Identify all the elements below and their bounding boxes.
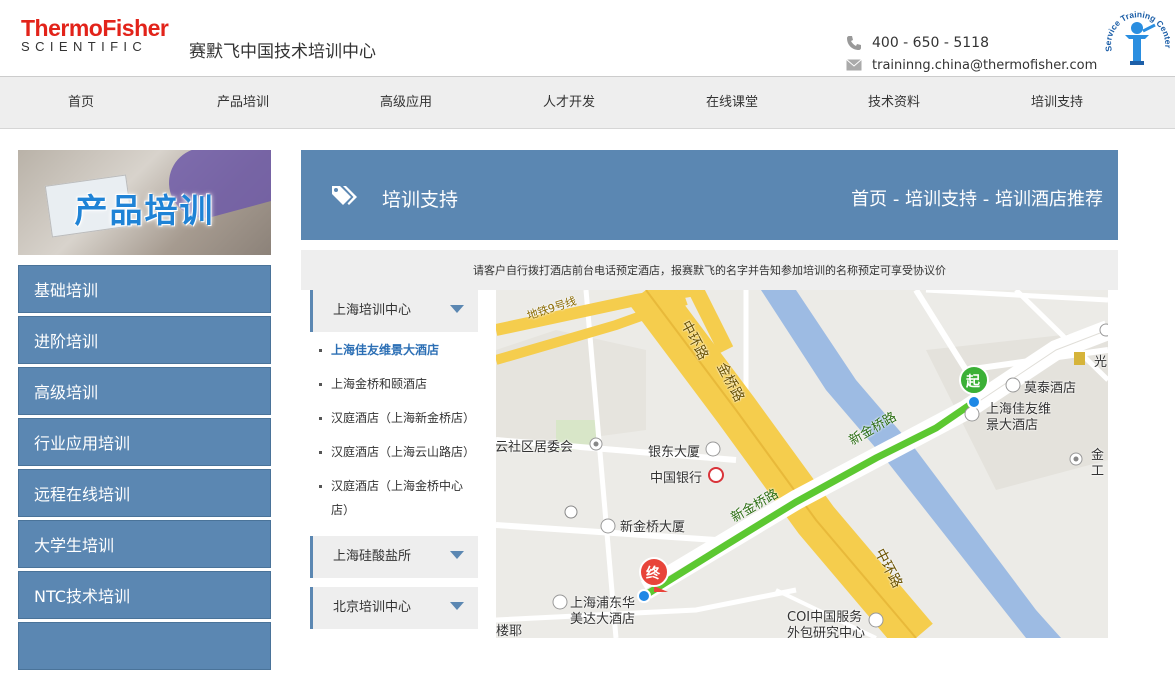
section-title: 培训支持 xyxy=(382,189,459,211)
map-label-lou: 楼耶 xyxy=(496,624,523,638)
map-label-xinjinqiao-building: 新金桥大厦 xyxy=(620,520,686,535)
main-nav: 首页 产品培训 高级应用 人才开发 在线课堂 技术资料 培训支持 xyxy=(0,76,1175,129)
location-name: 上海培训中心 xyxy=(333,303,412,318)
hotel-item-hanting-jinqiao-center[interactable]: 汉庭酒店（上海金桥中心店） xyxy=(301,474,481,522)
location-shanghai-silicate[interactable]: 上海硅酸盐所 xyxy=(310,536,478,578)
map-label-coi-2: 外包研究中心 xyxy=(787,626,866,638)
thermofisher-logo[interactable]: ThermoFisher SCIENTIFIC xyxy=(21,15,169,54)
nav-item-training-support[interactable]: 培训支持 xyxy=(1031,77,1083,129)
nav-item-online-class[interactable]: 在线课堂 xyxy=(706,77,758,129)
map-label-jiayou-hotel-2: 景大酒店 xyxy=(986,418,1039,433)
location-beijing-center[interactable]: 北京培训中心 xyxy=(310,587,478,629)
map-label-motai-hotel: 莫泰酒店 xyxy=(1024,381,1077,396)
location-name: 上海硅酸盐所 xyxy=(333,549,412,564)
sidebar-item-industry[interactable]: 行业应用培训 xyxy=(18,418,271,466)
site-header: ThermoFisher SCIENTIFIC 赛默飞中国技术培训中心 400 … xyxy=(0,0,1175,76)
map-label-community: 碧云社区居委会 xyxy=(496,440,574,455)
breadcrumb[interactable]: 首页 - 培训支持 - 培训酒店推荐 xyxy=(851,185,1103,211)
phone-row: 400 - 650 - 5118 xyxy=(846,33,1097,53)
sidebar-item-basic[interactable]: 基础培训 xyxy=(18,265,271,313)
hotel-item-hanting-xinjinqiao[interactable]: 汉庭酒店（上海新金桥店） xyxy=(301,406,481,430)
sidebar-item-advanced[interactable]: 高级培训 xyxy=(18,367,271,415)
hotel-item-jinqiao-heyi[interactable]: 上海金桥和颐酒店 xyxy=(301,372,481,396)
sidebar-item-intermediate[interactable]: 进阶培训 xyxy=(18,316,271,364)
booking-notice: 请客户自行拨打酒店前台电话预定酒店，报赛默飞的名字并告知参加培训的名称预定可享受… xyxy=(301,250,1118,290)
sidebar-banner-title: 产品培训 xyxy=(74,191,215,230)
location-shanghai-center[interactable]: 上海培训中心 xyxy=(310,290,478,332)
phone-icon xyxy=(847,36,861,50)
map-label-bank-of-china: 中国银行 xyxy=(650,471,703,486)
map-label-gong: 工 xyxy=(1091,464,1105,479)
map-label-guang: 光 xyxy=(1094,355,1108,370)
route-map[interactable]: 地铁9号线 中环路 金桥路 中环路 新金桥路 新金桥路 莫泰酒店 上海佳友维 景… xyxy=(496,290,1108,638)
map-label-pudong-hotel-2: 美达大酒店 xyxy=(570,612,636,627)
sidebar-item-remote[interactable]: 远程在线培训 xyxy=(18,469,271,517)
sidebar-item-ntc[interactable]: NTC技术培训 xyxy=(18,571,271,619)
email-address[interactable]: traininng.china@thermofisher.com xyxy=(872,58,1097,73)
nav-item-home[interactable]: 首页 xyxy=(68,77,94,129)
section-banner: 培训支持 首页 - 培训支持 - 培训酒店推荐 xyxy=(301,150,1118,240)
email-row: traininng.china@thermofisher.com xyxy=(846,55,1097,75)
tags-icon xyxy=(332,186,357,205)
nav-item-talent-development[interactable]: 人才开发 xyxy=(543,77,595,129)
contact-info: 400 - 650 - 5118 traininng.china@thermof… xyxy=(846,33,1097,75)
logo-subtitle: SCIENTIFIC xyxy=(21,39,148,54)
sidebar-item-university[interactable]: 大学生培训 xyxy=(18,520,271,568)
hotel-list: 上海佳友维景大酒店 上海金桥和颐酒店 汉庭酒店（上海新金桥店） 汉庭酒店（上海云… xyxy=(301,338,491,522)
sidebar-item-more[interactable] xyxy=(18,622,271,670)
hotel-item-hanting-yunshan[interactable]: 汉庭酒店（上海云山路店） xyxy=(301,440,481,464)
site-title: 赛默飞中国技术培训中心 xyxy=(189,42,376,62)
caret-down-icon xyxy=(450,305,464,313)
phone-number: 400 - 650 - 5118 xyxy=(872,35,989,51)
route-end-marker[interactable]: 终 xyxy=(646,563,660,583)
envelope-icon xyxy=(846,59,862,71)
service-training-center-badge: Service Training Center xyxy=(1103,9,1171,65)
location-name: 北京培训中心 xyxy=(333,600,412,615)
sidebar-menu: 基础培训 进阶培训 高级培训 行业应用培训 远程在线培训 大学生培训 NTC技术… xyxy=(18,265,271,673)
nav-item-advanced-application[interactable]: 高级应用 xyxy=(380,77,432,129)
logo-wordmark: ThermoFisher xyxy=(21,15,169,41)
nav-item-product-training[interactable]: 产品培训 xyxy=(217,77,269,129)
map-roads xyxy=(496,290,1108,638)
route-start-marker[interactable]: 起 xyxy=(966,371,980,391)
map-label-yindong-building: 银东大厦 xyxy=(648,445,701,460)
location-list: 上海培训中心 上海佳友维景大酒店 上海金桥和颐酒店 汉庭酒店（上海新金桥店） 汉… xyxy=(301,290,491,629)
nav-item-technical-materials[interactable]: 技术资料 xyxy=(868,77,920,129)
caret-down-icon xyxy=(450,602,464,610)
hotel-item-jiayou[interactable]: 上海佳友维景大酒店 xyxy=(301,338,481,362)
caret-down-icon xyxy=(450,551,464,559)
sidebar-banner: 产品培训 xyxy=(18,150,271,255)
